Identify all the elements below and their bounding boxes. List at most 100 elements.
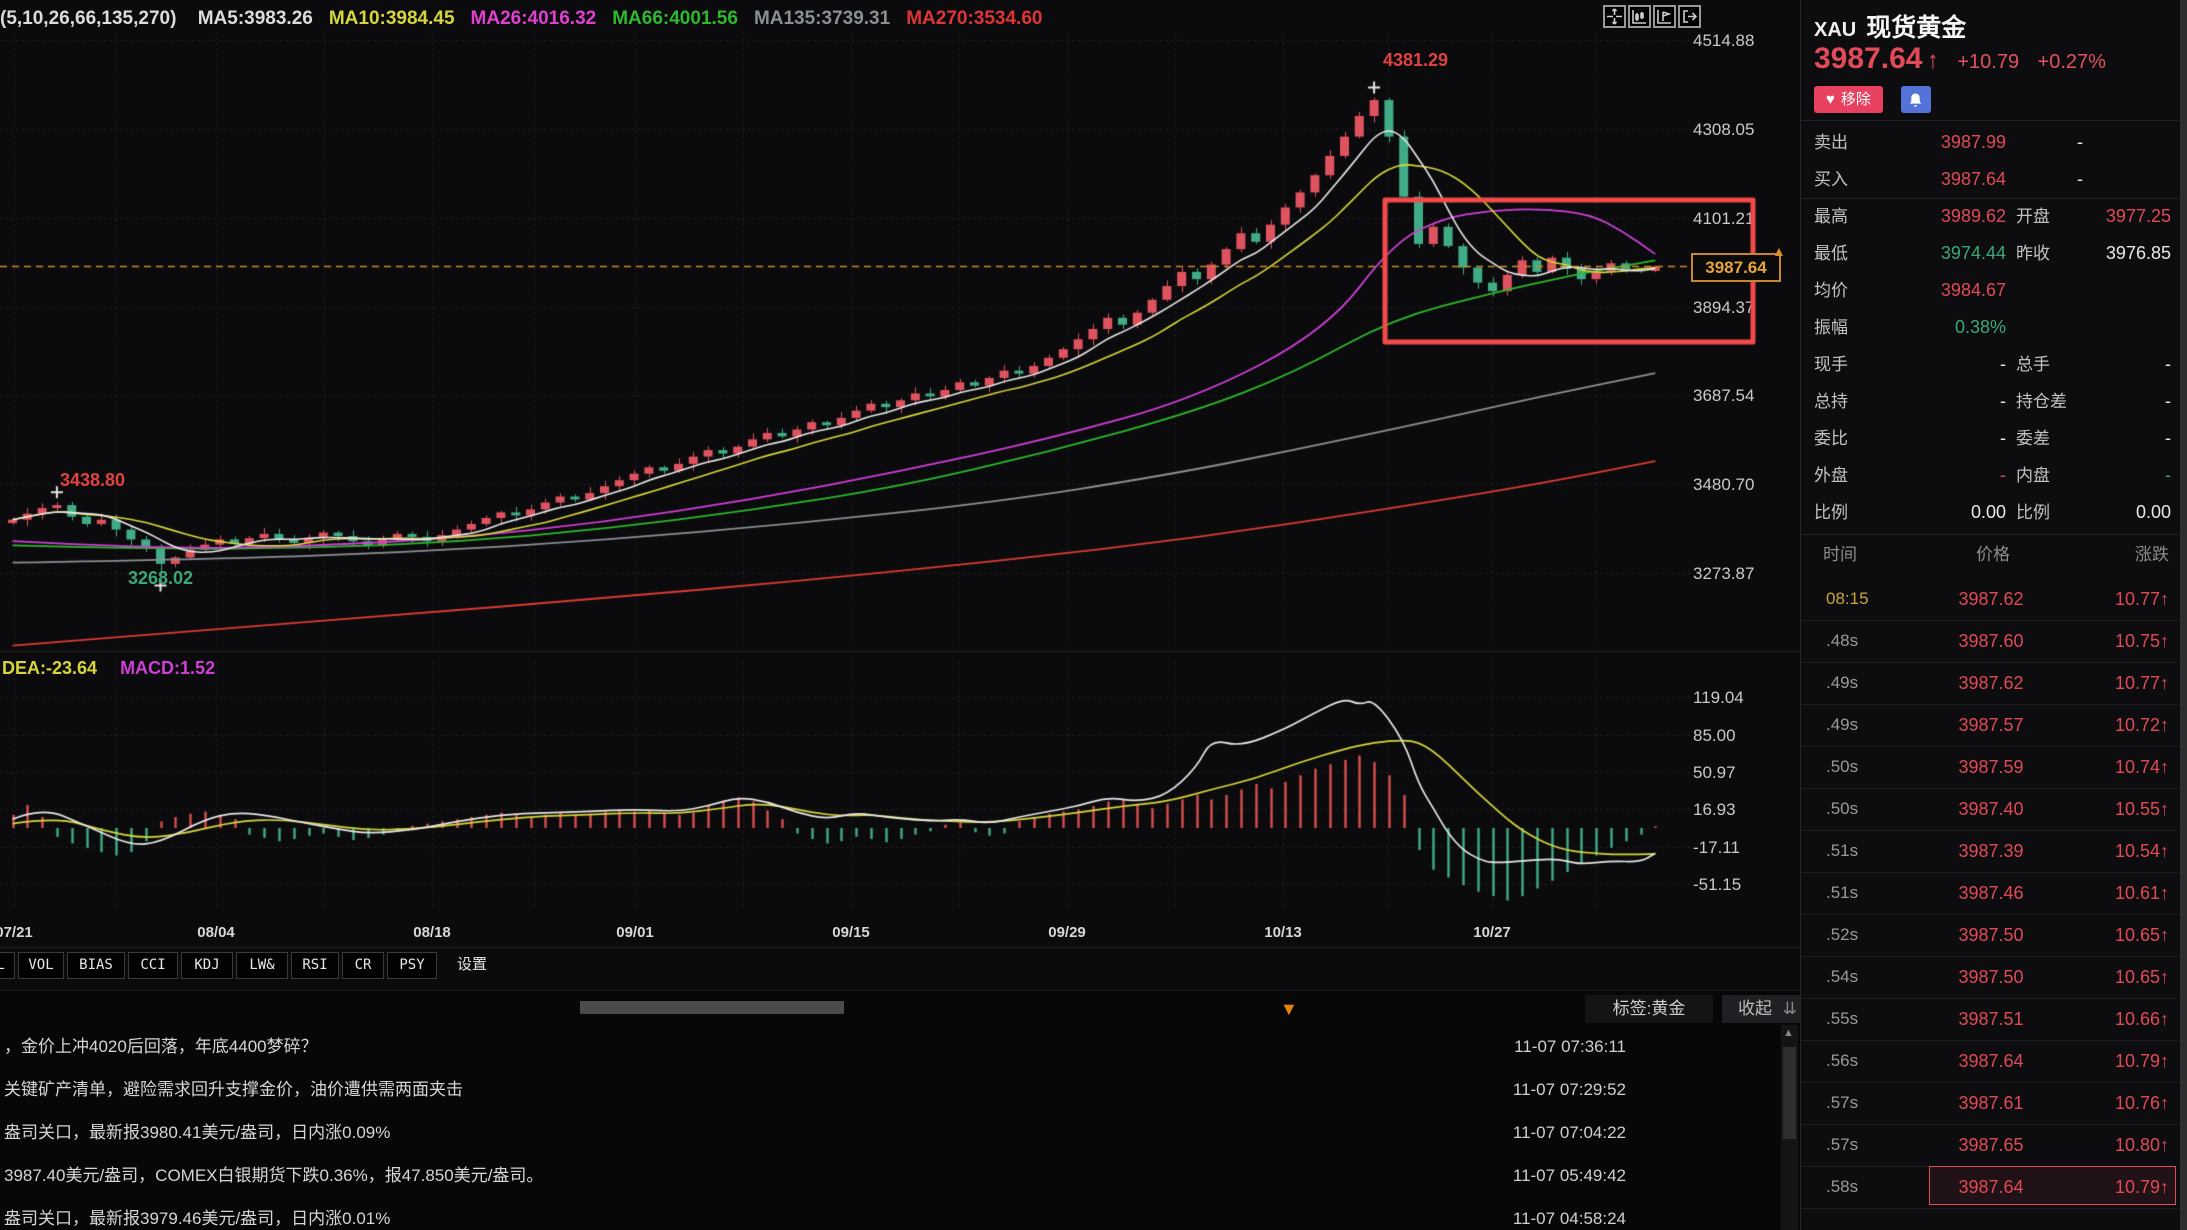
- up-arrow-icon: ↑: [2160, 967, 2169, 987]
- field-value: 3989.62: [1881, 198, 2006, 235]
- field-value: -: [2051, 383, 2171, 420]
- tick-price: 3987.62: [1921, 662, 2061, 704]
- tick-row[interactable]: .55s3987.5110.66↑: [1801, 998, 2181, 1041]
- tick-time: .50s: [1826, 746, 1858, 788]
- date-axis-label: 09/01: [616, 924, 654, 941]
- indicator-tab[interactable]: KDJ: [181, 952, 233, 979]
- price-annotation: 3438.80: [60, 470, 125, 491]
- news-item[interactable]: 关键矿产清单，避险需求回升支撑金价，油价遭供需两面夹击11-07 07:29:5…: [4, 1068, 1704, 1111]
- field-label: 比例: [2016, 494, 2050, 531]
- remove-favorite-button[interactable]: ♥移除: [1814, 86, 1883, 113]
- tick-row[interactable]: .50s3987.4010.55↑: [1801, 788, 2181, 831]
- news-item[interactable]: 盎司关口，最新报3980.41美元/盎司，日内涨0.09%11-07 07:04…: [4, 1111, 1704, 1154]
- tick-change: 10.61↑: [2115, 872, 2169, 914]
- indicator-tab[interactable]: VOL: [0, 952, 15, 979]
- collapse-label: 收起: [1738, 999, 1772, 1018]
- field-value: -: [1881, 383, 2006, 420]
- field-value: -: [2051, 420, 2171, 457]
- field-label: 外盘: [1814, 457, 1848, 494]
- tick-row[interactable]: .54s3987.5010.65↑: [1801, 956, 2181, 999]
- last-price: 3987.64: [1814, 42, 1922, 75]
- price-annotation: 3268.02: [128, 568, 193, 589]
- collapse-chevrons-icon: ⇊: [1783, 999, 1797, 1018]
- news-scrollbar-thumb[interactable]: [1783, 1047, 1796, 1139]
- field-label: 总手: [2016, 346, 2050, 383]
- tick-row[interactable]: .51s3987.3910.54↑: [1801, 830, 2181, 873]
- news-item-text: 3987.40美元/盎司，COMEX白银期货下跌0.36%，报47.850美元/…: [4, 1166, 543, 1185]
- tick-time: .55s: [1826, 998, 1858, 1040]
- heart-icon: ♥: [1826, 91, 1835, 108]
- tick-time: 08:15: [1826, 578, 1869, 620]
- quote-field-row: 振幅0.38%: [1801, 309, 2181, 346]
- indicator-tab[interactable]: RSI: [291, 952, 339, 979]
- indicator-tab[interactable]: CR: [342, 952, 384, 979]
- news-scrollbar[interactable]: ▲: [1781, 1025, 1798, 1230]
- tick-row[interactable]: .50s3987.5910.74↑: [1801, 746, 2181, 789]
- divider: [1801, 534, 2181, 535]
- tick-row[interactable]: .58s3987.6410.79↑: [1801, 1166, 2181, 1209]
- ma-legend: (5,10,26,66,135,270) MA5:3983.26MA10:398…: [0, 8, 1058, 30]
- up-arrow-icon: ↑: [2160, 631, 2169, 651]
- ma-settings: (5,10,26,66,135,270): [0, 8, 176, 29]
- scroll-up-icon[interactable]: ▲: [1783, 1027, 1794, 1039]
- indicator-tab[interactable]: VOL: [18, 952, 64, 979]
- crosshair-move-icon[interactable]: [1603, 5, 1626, 28]
- tick-row[interactable]: .51s3987.4610.61↑: [1801, 872, 2181, 915]
- page-scrollbar[interactable]: [2180, 0, 2187, 1230]
- axis-flag-icon[interactable]: [1653, 5, 1676, 28]
- quote-field-row: 外盘-内盘-: [1801, 457, 2181, 494]
- tick-row[interactable]: .57s3987.6510.80↑: [1801, 1124, 2181, 1167]
- tick-row[interactable]: .57s3987.6110.76↑: [1801, 1082, 2181, 1125]
- quote-field-row: 比例0.00比例0.00: [1801, 494, 2181, 531]
- tick-row[interactable]: 08:153987.6210.77↑: [1801, 578, 2181, 621]
- indicator-settings-tab[interactable]: 设置: [446, 952, 498, 977]
- tick-change: 10.76↑: [2115, 1082, 2169, 1124]
- trading-terminal: (5,10,26,66,135,270) MA5:3983.26MA10:398…: [0, 0, 2187, 1230]
- field-value: 0.00: [1881, 494, 2006, 531]
- tick-price: 3987.64: [1921, 1040, 2061, 1082]
- news-item[interactable]: 3987.40美元/盎司，COMEX白银期货下跌0.36%，报47.850美元/…: [4, 1154, 1704, 1197]
- news-tag-label: 标签:黄金: [1585, 995, 1713, 1023]
- tick-row[interactable]: .56s3987.6410.79↑: [1801, 1040, 2181, 1083]
- tick-time: .49s: [1826, 662, 1858, 704]
- alert-bell-button[interactable]: [1901, 86, 1931, 113]
- field-label: 委差: [2016, 420, 2050, 457]
- pop-out-icon[interactable]: [1678, 5, 1701, 28]
- field-value: 3974.44: [1881, 235, 2006, 272]
- date-axis-label: 08/04: [197, 924, 235, 941]
- last-price-row: 3987.64 ↑ +10.79 +0.27%: [1814, 42, 2106, 76]
- indicator-tab[interactable]: PSY: [387, 952, 437, 979]
- indicator-tab[interactable]: CCI: [128, 952, 178, 979]
- tick-row[interactable]: .49s3987.6210.77↑: [1801, 662, 2181, 705]
- tick-change: 10.74↑: [2115, 746, 2169, 788]
- field-label: 最低: [1814, 235, 1848, 272]
- tick-row[interactable]: .49s3987.5710.72↑: [1801, 704, 2181, 747]
- instrument-name: 现货黄金: [1866, 14, 1966, 42]
- candlestick-chart-canvas[interactable]: [0, 0, 1800, 990]
- quote-actions: ♥移除: [1814, 86, 1931, 113]
- tick-change: 10.66↑: [2115, 998, 2169, 1040]
- up-arrow-icon: ↑: [2160, 841, 2169, 861]
- news-drag-handle[interactable]: ▼: [580, 1001, 844, 1014]
- date-axis-label: 08/18: [413, 924, 451, 941]
- tick-price: 3987.62: [1921, 578, 2061, 620]
- news-item[interactable]: ，金价上冲4020后回落，年底4400梦碎？11-07 07:36:11: [4, 1025, 1704, 1068]
- indicator-tab[interactable]: LW&: [236, 952, 288, 979]
- news-item-text: ，金价上冲4020后回落，年底4400梦碎？: [4, 1037, 318, 1056]
- dea-value: DEA:-23.64: [2, 658, 97, 678]
- tick-price: 3987.40: [1921, 788, 2061, 830]
- quote-field-row: 最高3989.62开盘3977.25: [1801, 198, 2181, 235]
- news-item[interactable]: 盎司关口，最新报3979.46美元/盎司，日内涨0.01%11-07 04:58…: [4, 1197, 1704, 1230]
- field-label: 均价: [1814, 272, 1848, 309]
- news-item-text: 盎司关口，最新报3980.41美元/盎司，日内涨0.09%: [4, 1123, 390, 1142]
- indicator-tab[interactable]: BIAS: [67, 952, 125, 979]
- field-value: 3984.67: [1881, 272, 2006, 309]
- tick-row[interactable]: .52s3987.5010.65↑: [1801, 914, 2181, 957]
- quote-panel: XAU现货黄金 3987.64 ↑ +10.79 +0.27% ♥移除 卖出39…: [1800, 0, 2181, 1230]
- ma-legend-item: MA10:3984.45: [329, 8, 455, 29]
- tick-row[interactable]: .48s3987.6010.75↑: [1801, 620, 2181, 663]
- tick-time: .51s: [1826, 830, 1858, 872]
- axis-candle-icon[interactable]: [1628, 5, 1651, 28]
- up-arrow-icon: ↑: [2160, 589, 2169, 609]
- collapse-triangle-icon[interactable]: ▼: [1280, 1000, 1298, 1018]
